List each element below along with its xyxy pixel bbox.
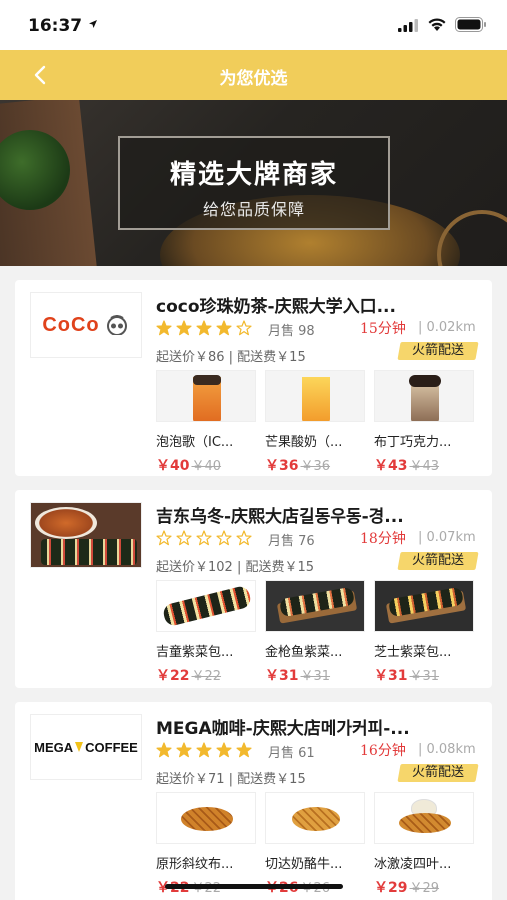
cellular-signal-icon bbox=[398, 19, 418, 32]
star-empty-icon bbox=[156, 530, 172, 546]
udon-dish-image bbox=[35, 507, 97, 539]
distance: | 0.08km bbox=[418, 742, 476, 757]
product-name: 原形斜纹布... bbox=[156, 857, 234, 872]
status-time: 16:37 bbox=[28, 16, 83, 36]
product-item[interactable]: 芒果酸奶（... ￥36 ￥36 bbox=[265, 370, 365, 475]
delivery-fees: 起送价￥86 | 配送费￥15 bbox=[156, 350, 306, 365]
product-name: 布丁巧克力... bbox=[374, 435, 452, 450]
star-filled-icon bbox=[216, 742, 232, 758]
star-filled-icon bbox=[196, 742, 212, 758]
product-name: 吉童紫菜包... bbox=[156, 645, 234, 660]
wifi-icon bbox=[428, 18, 446, 31]
product-image bbox=[374, 792, 474, 844]
product-price: ￥43 ￥43 bbox=[374, 458, 440, 474]
monthly-sales: 月售 98 bbox=[268, 324, 315, 339]
shop-logo: CoCo bbox=[30, 292, 142, 358]
rocket-delivery-badge: 火箭配送 bbox=[397, 764, 479, 782]
monthly-sales: 月售 76 bbox=[268, 534, 315, 549]
banner-title: 精选大牌商家 bbox=[169, 160, 338, 190]
product-item[interactable]: 泡泡歌（IC... ￥40 ￥40 bbox=[156, 370, 256, 475]
star-filled-icon bbox=[196, 320, 212, 336]
delivery-time: 16分钟 bbox=[360, 743, 406, 759]
product-image bbox=[156, 580, 256, 632]
shop-logo: MEGA COFFEE bbox=[30, 714, 142, 780]
page-title: 为您优选 bbox=[219, 69, 288, 89]
delivery-time: 15分钟 bbox=[360, 321, 406, 337]
mega-coffee-logo-icon bbox=[75, 742, 84, 752]
product-image bbox=[265, 580, 365, 632]
star-empty-icon bbox=[236, 320, 252, 336]
distance: | 0.07km bbox=[418, 530, 476, 545]
kimbap-plate-image bbox=[41, 539, 137, 565]
product-item[interactable]: 金枪鱼紫菜... ￥31 ￥31 bbox=[265, 580, 365, 685]
banner-basket-image bbox=[437, 210, 507, 266]
star-empty-icon bbox=[236, 530, 252, 546]
rocket-delivery-badge: 火箭配送 bbox=[397, 552, 479, 570]
delivery-fees: 起送价￥71 | 配送费￥15 bbox=[156, 772, 306, 787]
shop-logo bbox=[30, 502, 142, 568]
battery-icon bbox=[455, 17, 486, 32]
product-name: 切达奶酪牛... bbox=[265, 857, 343, 872]
product-price: ￥31 ￥31 bbox=[265, 668, 331, 684]
star-filled-icon bbox=[236, 742, 252, 758]
product-image bbox=[156, 792, 256, 844]
mega-logo-text-coffee: COFFEE bbox=[85, 739, 138, 755]
home-indicator[interactable] bbox=[165, 884, 343, 889]
navbar: 为您优选 bbox=[0, 50, 507, 100]
product-image bbox=[374, 580, 474, 632]
rating-stars bbox=[156, 742, 252, 758]
star-empty-icon bbox=[216, 530, 232, 546]
rating-stars bbox=[156, 530, 252, 546]
rating-stars bbox=[156, 320, 252, 336]
product-price: ￥31 ￥31 bbox=[374, 668, 440, 684]
star-empty-icon bbox=[196, 530, 212, 546]
product-item[interactable]: 原形斜纹布... ￥22￥22 bbox=[156, 792, 256, 897]
shop-name: MEGA咖啡-庆熙大店메가커피-... bbox=[156, 719, 410, 739]
product-name: 芝士紫菜包... bbox=[374, 645, 452, 660]
product-price: ￥36 ￥36 bbox=[265, 458, 331, 474]
shop-card[interactable]: 吉东乌冬-庆熙大店길동우동-경... 月售 76 18分钟 | 0.07km 起… bbox=[15, 490, 492, 688]
star-filled-icon bbox=[216, 320, 232, 336]
coco-logo-text: CoCo bbox=[42, 313, 100, 336]
promo-banner[interactable]: 精选大牌商家 给您品质保障 bbox=[0, 100, 507, 266]
star-filled-icon bbox=[176, 320, 192, 336]
coco-mascot-icon bbox=[106, 315, 127, 335]
product-item[interactable]: 布丁巧克力... ￥43 ￥43 bbox=[374, 370, 474, 475]
shop-card[interactable]: MEGA COFFEE MEGA咖啡-庆熙大店메가커피-... 月售 61 16… bbox=[15, 702, 492, 900]
product-image bbox=[374, 370, 474, 422]
product-name: 芒果酸奶（... bbox=[265, 435, 343, 450]
product-item[interactable]: 芝士紫菜包... ￥31 ￥31 bbox=[374, 580, 474, 685]
product-item[interactable]: 吉童紫菜包... ￥22 ￥22 bbox=[156, 580, 256, 685]
product-price: ￥40 ￥40 bbox=[156, 458, 222, 474]
product-image bbox=[265, 792, 365, 844]
star-filled-icon bbox=[176, 742, 192, 758]
product-image bbox=[156, 370, 256, 422]
banner-text-box: 精选大牌商家 给您品质保障 bbox=[118, 136, 390, 230]
status-bar: 16:37 bbox=[0, 0, 507, 50]
product-name: 冰激凌四叶... bbox=[374, 857, 452, 872]
mega-logo-text: MEGA bbox=[34, 739, 74, 755]
star-filled-icon bbox=[156, 742, 172, 758]
product-price: ￥22￥22 bbox=[156, 668, 222, 684]
shop-name: 吉东乌冬-庆熙大店길동우동-경... bbox=[156, 507, 404, 527]
distance: | 0.02km bbox=[418, 320, 476, 335]
delivery-fees: 起送价￥102 | 配送费￥15 bbox=[156, 560, 314, 575]
star-filled-icon bbox=[156, 320, 172, 336]
product-name: 泡泡歌（IC... bbox=[156, 435, 234, 450]
monthly-sales: 月售 61 bbox=[268, 746, 315, 761]
product-image bbox=[265, 370, 365, 422]
product-item[interactable]: 切达奶酪牛... ￥26￥26 bbox=[265, 792, 365, 897]
shop-name: coco珍珠奶茶-庆熙大学入口... bbox=[156, 297, 396, 317]
star-empty-icon bbox=[176, 530, 192, 546]
product-item[interactable]: 冰激凌四叶... ￥29 ￥29 bbox=[374, 792, 474, 897]
location-arrow-icon bbox=[89, 20, 97, 28]
banner-subtitle: 给您品质保障 bbox=[202, 200, 305, 219]
shop-card[interactable]: CoCo coco珍珠奶茶-庆熙大学入口... 月售 98 15分钟 | 0.0… bbox=[15, 280, 492, 476]
product-price: ￥29 ￥29 bbox=[374, 880, 440, 896]
delivery-time: 18分钟 bbox=[360, 531, 406, 547]
product-name: 金枪鱼紫菜... bbox=[265, 645, 343, 660]
rocket-delivery-badge: 火箭配送 bbox=[397, 342, 479, 360]
